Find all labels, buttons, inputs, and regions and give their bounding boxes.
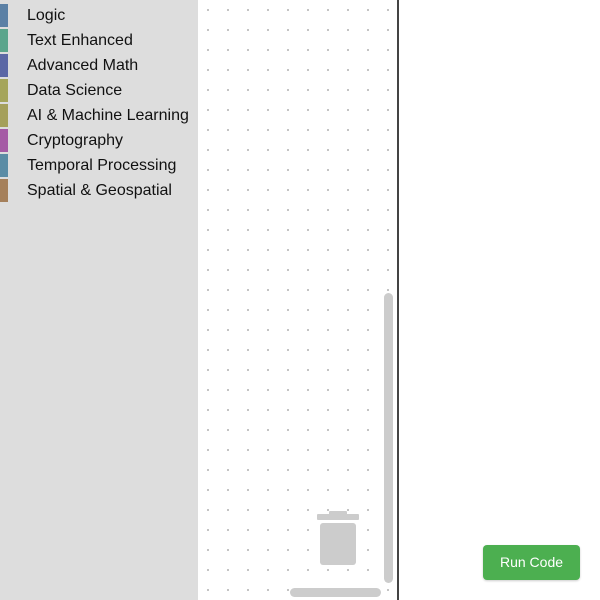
toolbox: Logic Text Enhanced Advanced Math Data S… bbox=[0, 0, 198, 600]
category-label: Logic bbox=[27, 7, 66, 24]
category-color-swatch bbox=[0, 129, 8, 152]
category-color-swatch bbox=[0, 4, 8, 27]
category-label: Advanced Math bbox=[27, 57, 139, 74]
category-color-swatch bbox=[0, 79, 8, 102]
category-temporal-processing[interactable]: Temporal Processing bbox=[0, 153, 198, 178]
trash-can-icon[interactable] bbox=[316, 509, 360, 567]
block-editor-app: Logic Text Enhanced Advanced Math Data S… bbox=[0, 0, 600, 600]
category-text-enhanced[interactable]: Text Enhanced bbox=[0, 28, 198, 53]
category-label: Temporal Processing bbox=[27, 157, 177, 174]
category-label: AI & Machine Learning bbox=[27, 107, 189, 124]
vertical-scrollbar[interactable] bbox=[384, 293, 393, 583]
category-color-swatch bbox=[0, 54, 8, 77]
category-ai-machine-learning[interactable]: AI & Machine Learning bbox=[0, 103, 198, 128]
category-color-swatch bbox=[0, 29, 8, 52]
category-cryptography[interactable]: Cryptography bbox=[0, 128, 198, 153]
category-label: Cryptography bbox=[27, 132, 124, 149]
category-color-swatch bbox=[0, 179, 8, 202]
category-label: Spatial & Geospatial bbox=[27, 182, 172, 199]
category-data-science[interactable]: Data Science bbox=[0, 78, 198, 103]
workspace-divider bbox=[397, 0, 399, 600]
workspace-canvas[interactable] bbox=[198, 0, 397, 600]
category-label: Text Enhanced bbox=[27, 32, 133, 49]
category-color-swatch bbox=[0, 154, 8, 177]
category-spatial-geospatial[interactable]: Spatial & Geospatial bbox=[0, 178, 198, 203]
category-advanced-math[interactable]: Advanced Math bbox=[0, 53, 198, 78]
category-label: Data Science bbox=[27, 82, 123, 99]
category-color-swatch bbox=[0, 104, 8, 127]
run-code-button[interactable]: Run Code bbox=[483, 545, 580, 580]
category-logic[interactable]: Logic bbox=[0, 3, 198, 28]
horizontal-scrollbar[interactable] bbox=[290, 588, 381, 597]
